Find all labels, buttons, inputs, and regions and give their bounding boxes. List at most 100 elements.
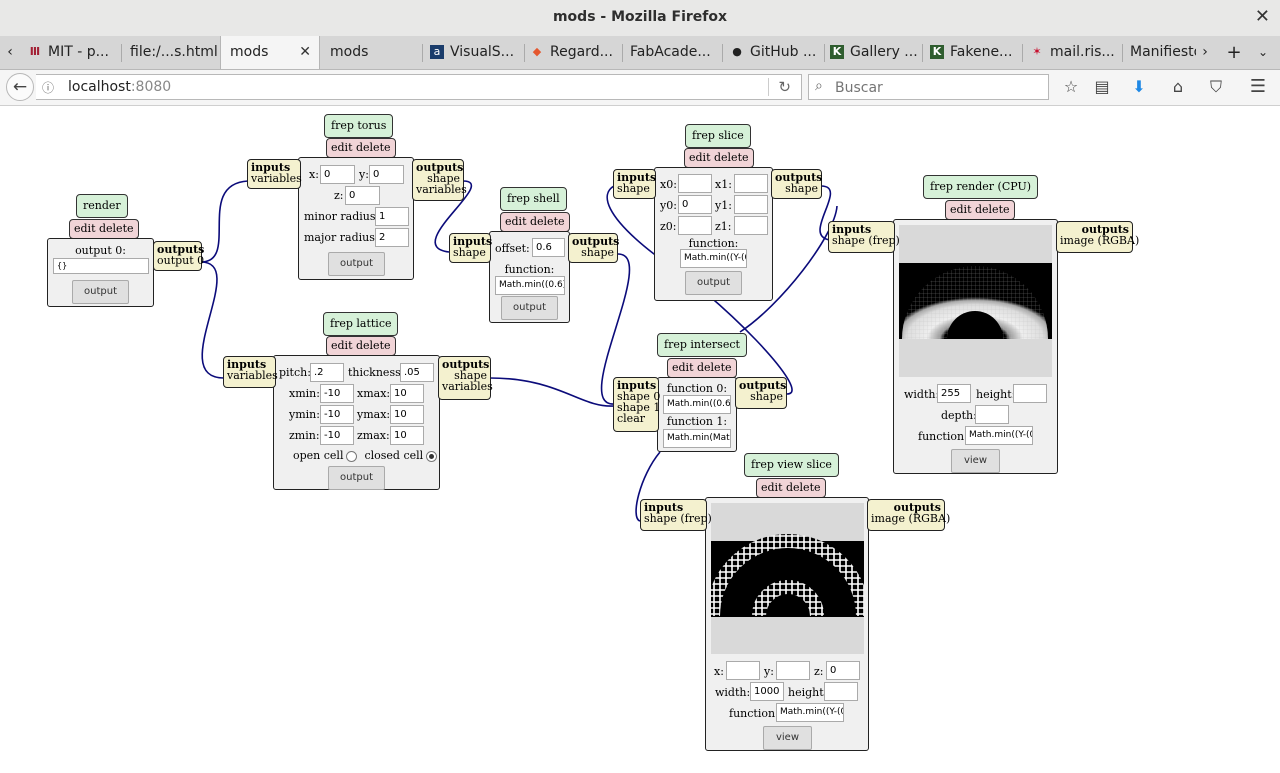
slice-z0-input[interactable] [678,216,712,235]
search-input[interactable] [833,77,1037,99]
close-window-icon[interactable]: ✕ [1255,6,1270,27]
lattice-xmax-input[interactable]: 10 [390,384,424,403]
download-icon[interactable]: ⬇ [1127,76,1151,98]
pocket-icon[interactable]: ⛉ [1204,76,1228,98]
edit-delete-intersect[interactable]: edit delete [667,358,737,378]
slice-y1-input[interactable] [734,195,768,214]
render-cpu-outputs-port[interactable]: outputs image (RGBA) [1056,221,1139,253]
render-cpu-width-input[interactable]: 255 [937,384,971,403]
render-cpu-function-input[interactable]: Math.min((Y-(0 [965,426,1033,445]
view-slice-inputs-port[interactable]: inputs shape (frep) [640,499,712,531]
render-cpu-inputs-port[interactable]: inputs shape (frep) [828,221,900,253]
shell-inputs-port[interactable]: inputs shape [449,233,492,263]
shell-output-button[interactable]: output [501,296,558,320]
module-title-render-cpu[interactable]: frep render (CPU) [923,175,1039,199]
slice-inputs-port[interactable]: inputs shape [613,169,656,199]
tab-gallery[interactable]: K Gallery ... [830,36,920,69]
intersect-function1-input[interactable]: Math.min(Math [663,429,731,448]
edit-delete-slice[interactable]: edit delete [684,148,754,168]
url-text[interactable]: localhost:8080 [68,79,171,95]
tab-manifiesto[interactable]: Manifiesto [1130,36,1196,69]
lattice-output-button[interactable]: output [328,466,385,490]
slice-function-input[interactable]: Math.min((Y-(0 [680,249,747,268]
module-title-render[interactable]: render [76,194,128,218]
tab-mods-active[interactable]: mods ✕ [220,36,320,69]
render-cpu-height-input[interactable] [1013,384,1047,403]
tab-regard[interactable]: ◆ Regard... [530,36,620,69]
tab-fakene[interactable]: K Fakene... [930,36,1020,69]
reading-list-icon[interactable]: ▤ [1090,76,1114,98]
render-output-button[interactable]: output [72,280,129,304]
torus-minor-radius-input[interactable]: 1 [375,207,409,226]
edit-delete-shell[interactable]: edit delete [500,212,570,232]
tab-list-icon[interactable]: ⌄ [1254,36,1272,69]
tab-fabacademy[interactable]: FabAcade... [630,36,720,69]
module-title-lattice[interactable]: frep lattice [323,312,399,336]
lattice-zmin-input[interactable]: -10 [320,426,354,445]
view-slice-x-input[interactable] [726,661,760,680]
closed-cell-radio[interactable] [426,450,438,462]
shell-outputs-port[interactable]: outputs shape [568,233,619,263]
slice-z1-input[interactable] [734,216,768,235]
menu-hamburger-icon[interactable]: ☰ [1246,76,1270,98]
bookmark-star-icon[interactable]: ☆ [1059,76,1083,98]
edit-delete-lattice[interactable]: edit delete [326,336,396,356]
lattice-pitch-input[interactable]: .2 [310,363,344,382]
torus-z-input[interactable]: 0 [345,186,380,205]
torus-x-input[interactable]: 0 [320,165,355,184]
tab-scroll-left-icon[interactable]: ‹ [0,36,20,69]
edit-delete-view-slice[interactable]: edit delete [756,478,826,498]
edit-delete-render[interactable]: edit delete [69,219,139,239]
render-outputs-port[interactable]: outputs output 0 [153,241,204,271]
edit-delete-torus[interactable]: edit delete [326,138,396,158]
torus-major-radius-input[interactable]: 2 [375,228,409,247]
module-title-slice[interactable]: frep slice [685,124,751,148]
mods-canvas[interactable]: render edit delete output 0: {} output o… [0,106,1280,773]
open-cell-radio[interactable] [346,450,358,462]
tab-mail[interactable]: ✶ mail.ris... [1030,36,1120,69]
intersect-inputs-port[interactable]: inputs shape 0 shape 1 clear [613,377,660,432]
tab-file[interactable]: file:/...s.html [130,36,220,69]
module-title-intersect[interactable]: frep intersect [657,333,747,357]
url-bar[interactable]: ⓘ localhost:8080 ↻ [36,74,802,100]
lattice-zmax-input[interactable]: 10 [390,426,424,445]
slice-y0-input[interactable]: 0 [678,195,712,214]
torus-y-input[interactable]: 0 [369,165,404,184]
tab-scroll-right-icon[interactable]: › [1198,36,1212,69]
module-title-shell[interactable]: frep shell [500,187,567,211]
view-slice-width-input[interactable]: 1000 [750,682,784,701]
tab-mods[interactable]: mods [330,36,420,69]
reload-icon[interactable]: ↻ [778,78,791,96]
lattice-outputs-port[interactable]: outputs shape variables [438,356,493,400]
lattice-ymax-input[interactable]: 10 [390,405,424,424]
home-icon[interactable]: ⌂ [1166,76,1190,98]
view-slice-height-input[interactable] [824,682,858,701]
shell-function-input[interactable]: Math.min((0.6) [495,276,565,295]
torus-inputs-port[interactable]: inputs variables [247,159,302,189]
lattice-ymin-input[interactable]: -10 [320,405,354,424]
view-slice-function-input[interactable]: Math.min((Y-(0 [776,703,844,722]
info-icon[interactable]: ⓘ [42,79,54,96]
torus-output-button[interactable]: output [328,252,385,276]
intersect-outputs-port[interactable]: outputs shape [735,377,787,409]
slice-output-button[interactable]: output [685,271,742,295]
render-cpu-depth-input[interactable] [975,405,1009,424]
view-slice-z-input[interactable]: 0 [826,661,860,680]
torus-outputs-port[interactable]: outputs shape variables [412,159,467,201]
new-tab-icon[interactable]: + [1224,36,1244,69]
slice-outputs-port[interactable]: outputs shape [771,169,822,199]
module-title-torus[interactable]: frep torus [324,114,394,138]
tab-visuals[interactable]: a VisualS... [430,36,522,69]
back-arrow-icon[interactable]: ← [6,73,34,101]
slice-x0-input[interactable] [678,174,712,193]
close-tab-icon[interactable]: ✕ [299,36,311,69]
lattice-inputs-port[interactable]: inputs variables [223,356,278,388]
tab-github[interactable]: ● GitHub ... [730,36,822,69]
module-title-view-slice[interactable]: frep view slice [744,453,839,477]
lattice-xmin-input[interactable]: -10 [320,384,354,403]
edit-delete-render-cpu[interactable]: edit delete [945,200,1015,220]
intersect-function0-input[interactable]: Math.min((0.6) [663,395,731,414]
render-cpu-view-button[interactable]: view [951,449,1000,473]
tab-mit[interactable]: Ⅲ MIT - p... [28,36,120,69]
shell-offset-input[interactable]: 0.6 [532,238,565,257]
